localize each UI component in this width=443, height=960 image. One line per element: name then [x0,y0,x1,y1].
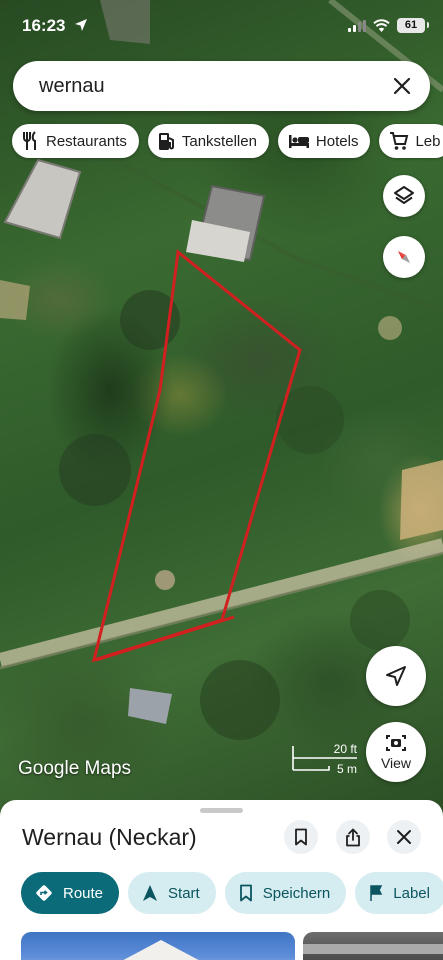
status-time: 16:23 [22,16,66,35]
gas-station-icon [158,133,174,150]
search-input[interactable]: wernau [39,75,105,98]
compass-icon [398,251,410,263]
navigation-arrow-icon [386,666,406,686]
chip-lebensmittel[interactable]: Leb [379,124,443,158]
cart-icon [390,132,409,150]
bed-icon [288,135,309,148]
category-chips: Restaurants Tankstellen Hotels Leb [12,124,443,158]
my-location-button[interactable] [366,646,426,706]
share-button[interactable] [336,820,370,854]
scale-meters: 5 m [336,762,357,776]
chip-restaurants[interactable]: Restaurants [12,124,139,158]
route-button[interactable]: Route [21,872,120,914]
status-bar: 16:23 61 [0,0,443,52]
chip-label: Tankstellen [181,132,257,150]
bookmark-icon [295,828,307,846]
search-bar[interactable]: wernau [13,61,430,111]
place-photo[interactable] [303,932,443,960]
label-label: Label [393,884,430,902]
chip-label: Restaurants [46,132,127,150]
street-view-button[interactable]: View [366,722,426,782]
directions-icon [36,885,52,901]
location-arrow-icon [75,19,87,31]
layers-button[interactable] [383,175,425,217]
compass-button[interactable] [383,236,425,278]
save-button[interactable]: Speichern [224,872,347,914]
save-bookmark-button[interactable] [284,820,318,854]
chip-label: Leb [415,132,441,150]
start-button[interactable]: Start [128,872,216,914]
building-roof [3,158,82,240]
chip-tankstellen[interactable]: Tankstellen [147,124,269,158]
start-label: Start [168,884,200,902]
share-icon [346,828,360,846]
chip-hotels[interactable]: Hotels [277,124,371,158]
view-camera-icon [386,735,406,751]
layers-icon [394,186,414,204]
wifi-icon [373,19,390,32]
sheet-drag-handle[interactable] [200,808,243,813]
navigation-arrow-icon [143,885,158,901]
bookmark-icon [239,884,252,902]
save-label: Speichern [262,884,331,902]
google-maps-logo: Google Maps [18,758,132,779]
place-photo[interactable] [21,932,295,960]
route-label: Route [63,884,104,902]
view-label: View [380,755,412,771]
cellular-signal-icon [348,19,366,32]
label-button[interactable]: Label [355,872,443,914]
status-icons: 61 [348,18,429,33]
place-photos [21,932,443,960]
place-actions: Route Start Speichern Label [21,872,443,914]
place-sheet[interactable]: Wernau (Neckar) Route Start Speichern La… [0,800,443,960]
map-scale: 20 ft 5 m [291,742,357,778]
building-roof [128,688,172,724]
battery-indicator: 61 [397,18,429,33]
close-icon [397,830,411,844]
flag-icon [370,885,383,901]
close-sheet-button[interactable] [387,820,421,854]
chip-label: Hotels [315,132,359,150]
cutlery-icon [23,131,36,150]
scale-feet: 20 ft [333,742,357,756]
close-icon[interactable] [388,72,416,100]
place-title: Wernau (Neckar) [22,824,197,850]
